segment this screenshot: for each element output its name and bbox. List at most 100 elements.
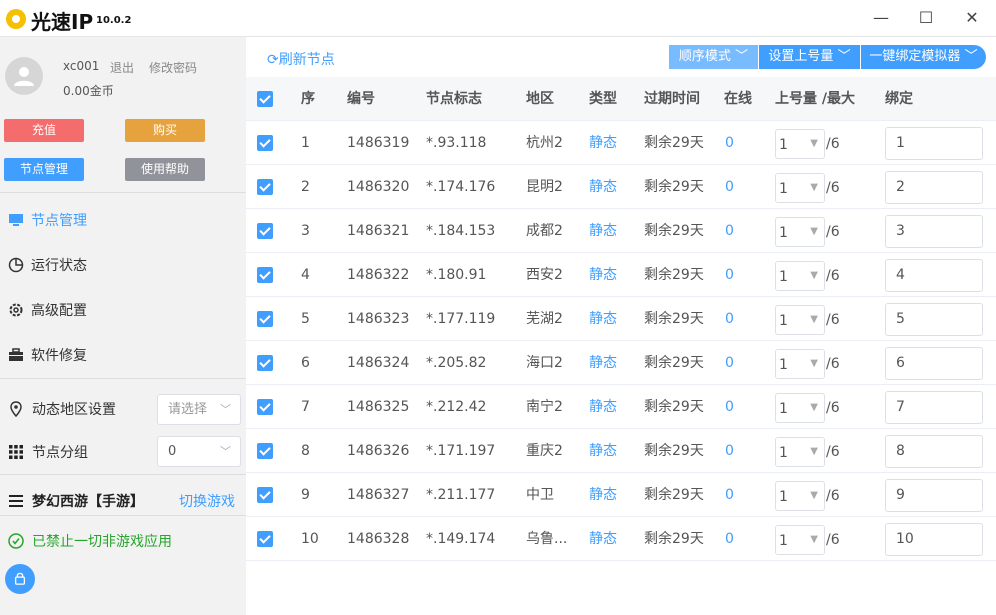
row-checkbox[interactable] <box>257 443 273 459</box>
bind-input[interactable]: 4 <box>885 259 983 292</box>
row-checkbox[interactable] <box>257 311 273 327</box>
table-row[interactable]: 2 1486320 *.174.176 昆明2 静态 剩余29天 0 1 ▼/6 2 <box>246 165 996 209</box>
row-id: 1486327 <box>347 487 410 503</box>
count-select[interactable]: 1 ▼ <box>775 437 825 467</box>
row-id: 1486326 <box>347 443 410 459</box>
row-node: *.184.153 <box>426 223 496 239</box>
bind-emulator-button[interactable]: 一键绑定模拟器 ﹀ <box>861 45 986 69</box>
pie-chart-icon <box>8 257 24 273</box>
count-select[interactable]: 1 ▼ <box>775 173 825 203</box>
current-game: 梦幻西游【手游】 <box>8 491 144 511</box>
nav-node-manage[interactable]: 节点管理 <box>8 210 87 232</box>
table-row[interactable]: 7 1486325 *.212.42 南宁2 静态 剩余29天 0 1 ▼/6 7 <box>246 385 996 429</box>
count-select[interactable]: 1 ▼ <box>775 217 825 247</box>
row-max: /6 <box>826 312 840 328</box>
count-select[interactable]: 1 ▼ <box>775 393 825 423</box>
row-online: 0 <box>725 443 734 459</box>
logout-link[interactable]: 退出 <box>110 59 134 76</box>
row-seq: 8 <box>301 443 310 459</box>
row-expire: 剩余29天 <box>644 179 704 195</box>
row-checkbox[interactable] <box>257 487 273 503</box>
chevron-down-icon: ▼ <box>810 226 818 237</box>
row-expire: 剩余29天 <box>644 399 704 415</box>
bind-input[interactable]: 6 <box>885 347 983 380</box>
row-checkbox[interactable] <box>257 223 273 239</box>
chevron-down-icon: ﹀ <box>837 49 851 64</box>
divider <box>0 474 246 475</box>
nav-software-repair[interactable]: 软件修复 <box>8 345 87 367</box>
row-node: *.177.119 <box>426 311 496 327</box>
chevron-down-icon: ▼ <box>810 446 818 457</box>
username: xc001 <box>63 59 100 73</box>
row-checkbox[interactable] <box>257 179 273 195</box>
count-select[interactable]: 1 ▼ <box>775 305 825 335</box>
lock-button[interactable] <box>5 564 35 594</box>
chevron-down-icon: ﹀ <box>220 403 231 416</box>
count-select[interactable]: 1 ▼ <box>775 261 825 291</box>
set-max-button[interactable]: 设置上号量 ﹀ <box>759 45 860 69</box>
count-select[interactable]: 1 ▼ <box>775 129 825 159</box>
header-expire: 过期时间 <box>644 91 700 107</box>
recharge-button[interactable]: 充值 <box>4 119 84 142</box>
select-all-checkbox[interactable] <box>257 91 273 107</box>
minimize-button[interactable]: — <box>870 8 892 28</box>
user-icon <box>14 67 34 86</box>
table-row[interactable]: 9 1486327 *.211.177 中卫 静态 剩余29天 0 1 ▼/6 9 <box>246 473 996 517</box>
refresh-nodes-button[interactable]: ⟳刷新节点 <box>267 49 335 69</box>
bind-input[interactable]: 5 <box>885 303 983 336</box>
row-checkbox[interactable] <box>257 531 273 547</box>
table-row[interactable]: 3 1486321 *.184.153 成都2 静态 剩余29天 0 1 ▼/6 3 <box>246 209 996 253</box>
row-id: 1486324 <box>347 355 410 371</box>
region-select[interactable]: 请选择 ﹀ <box>157 394 241 425</box>
table-row[interactable]: 1 1486319 *.93.118 杭州2 静态 剩余29天 0 1 ▼/6 1 <box>246 121 996 165</box>
nav-label: 运行状态 <box>31 258 87 274</box>
change-password-link[interactable]: 修改密码 <box>149 59 197 76</box>
row-expire: 剩余29天 <box>644 311 704 327</box>
row-id: 1486319 <box>347 135 410 151</box>
row-expire: 剩余29天 <box>644 223 704 239</box>
header-type: 类型 <box>589 91 617 107</box>
maximize-button[interactable]: ☐ <box>915 8 937 28</box>
row-region: 西安2 <box>526 267 563 283</box>
nav-advanced-config[interactable]: 高级配置 <box>8 300 87 322</box>
count-select[interactable]: 1 ▼ <box>775 349 825 379</box>
row-type: 静态 <box>589 355 617 371</box>
bind-input[interactable]: 9 <box>885 479 983 512</box>
buy-button[interactable]: 购买 <box>125 119 205 142</box>
row-type: 静态 <box>589 223 617 239</box>
node-group-select[interactable]: 0 ﹀ <box>157 436 241 467</box>
bind-input[interactable]: 10 <box>885 523 983 556</box>
row-type: 静态 <box>589 267 617 283</box>
row-online: 0 <box>725 399 734 415</box>
divider <box>0 378 246 379</box>
row-checkbox[interactable] <box>257 267 273 283</box>
bind-input[interactable]: 1 <box>885 127 983 160</box>
row-type: 静态 <box>589 179 617 195</box>
row-checkbox[interactable] <box>257 399 273 415</box>
table-row[interactable]: 6 1486324 *.205.82 海口2 静态 剩余29天 0 1 ▼/6 6 <box>246 341 996 385</box>
bind-input[interactable]: 8 <box>885 435 983 468</box>
table-row[interactable]: 10 1486328 *.149.174 乌鲁... 静态 剩余29天 0 1 ▼/6 10 <box>246 517 996 561</box>
ban-notice: 已禁止一切非游戏应用 <box>8 531 172 551</box>
table-row[interactable]: 4 1486322 *.180.91 西安2 静态 剩余29天 0 1 ▼/6 4 <box>246 253 996 297</box>
avatar[interactable] <box>5 57 43 95</box>
row-checkbox[interactable] <box>257 135 273 151</box>
row-expire: 剩余29天 <box>644 355 704 371</box>
table-row[interactable]: 5 1486323 *.177.119 芜湖2 静态 剩余29天 0 1 ▼/6 5 <box>246 297 996 341</box>
bind-input[interactable]: 3 <box>885 215 983 248</box>
switch-game-link[interactable]: 切换游戏 <box>179 491 235 511</box>
count-select[interactable]: 1 ▼ <box>775 525 825 555</box>
bind-input[interactable]: 7 <box>885 391 983 424</box>
row-region: 成都2 <box>526 223 563 239</box>
row-node: *.93.118 <box>426 135 487 151</box>
close-button[interactable]: ✕ <box>961 8 983 28</box>
node-manage-button[interactable]: 节点管理 <box>4 158 84 181</box>
order-mode-button[interactable]: 顺序模式 ﹀ <box>669 45 758 69</box>
nav-run-status[interactable]: 运行状态 <box>8 255 87 277</box>
row-seq: 9 <box>301 487 310 503</box>
help-button[interactable]: 使用帮助 <box>125 158 205 181</box>
row-checkbox[interactable] <box>257 355 273 371</box>
table-row[interactable]: 8 1486326 *.171.197 重庆2 静态 剩余29天 0 1 ▼/6 8 <box>246 429 996 473</box>
count-select[interactable]: 1 ▼ <box>775 481 825 511</box>
bind-input[interactable]: 2 <box>885 171 983 204</box>
